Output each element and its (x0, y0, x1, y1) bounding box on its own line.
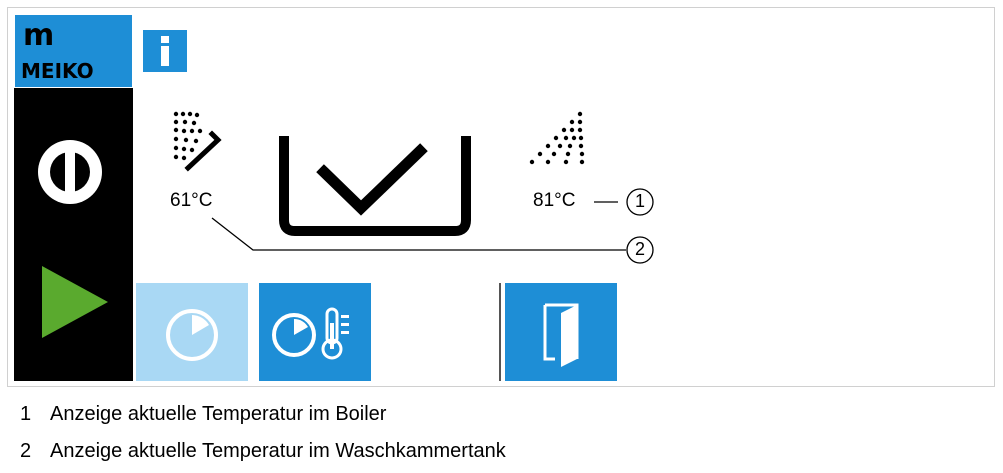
legend-number: 1 (20, 403, 32, 425)
legend-text: Anzeige aktuelle Temperatur im Boiler (50, 403, 387, 425)
legend-number: 2 (20, 440, 32, 462)
callout-2-label: 2 (634, 239, 645, 259)
timer-temperature-button[interactable] (259, 283, 371, 381)
legend-item-2: 2 Anzeige aktuelle Temperatur im Waschkam… (20, 440, 506, 463)
toolbar-divider (499, 283, 501, 381)
door-icon (543, 303, 579, 367)
timer-thermometer-icon (272, 307, 349, 360)
callout-1-label: 1 (634, 191, 645, 211)
door-button[interactable] (505, 283, 617, 381)
legend-item-1: 1 Anzeige aktuelle Temperatur im Boiler (20, 403, 386, 426)
timer-button[interactable] (136, 283, 248, 381)
timer-icon (166, 309, 218, 361)
legend-text: Anzeige aktuelle Temperatur im Waschkamm… (50, 440, 506, 462)
